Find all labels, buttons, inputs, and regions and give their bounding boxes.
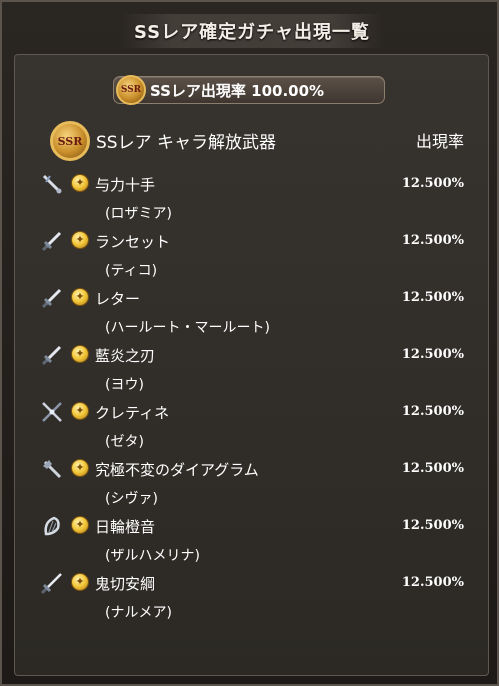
ssr-badge-text: SSR — [120, 85, 142, 95]
list-item: ✦ 藍炎之刃 12.500% (ヨウ) — [0, 341, 499, 398]
element-coin-icon: ✦ — [71, 174, 89, 192]
character-name: (ロザミア) — [105, 206, 172, 222]
character-name: (ナルメア) — [105, 605, 172, 621]
list-item: ✦ クレティネ 12.500% (ゼタ) — [0, 398, 499, 455]
ssr-rate-summary: SSR SSレア出現率 100.00% — [113, 75, 385, 105]
dagger-weapon-icon — [40, 229, 64, 253]
element-coin-icon: ✦ — [71, 573, 89, 591]
weapon-name: 究極不変のダイアグラム — [95, 461, 259, 479]
weapon-name: 日輪橙音 — [95, 518, 156, 536]
list-item: ✦ 日輪橙音 12.500% (ザルハメリナ) — [0, 512, 499, 569]
harp-weapon-icon — [40, 514, 64, 538]
axe-weapon-icon — [40, 457, 64, 481]
weapon-name: 鬼切安綱 — [95, 575, 156, 593]
element-coin-icon: ✦ — [71, 516, 89, 534]
character-name: (ザルハメリナ) — [105, 548, 200, 564]
ssr-rate-text: SSレア出現率 100.00% — [150, 82, 325, 100]
list-item: ✦ 鬼切安綱 12.500% (ナルメア) — [0, 569, 499, 626]
list-item: ✦ ランセット 12.500% (ティコ) — [0, 227, 499, 284]
list-item: ✦ 究極不変のダイアグラム 12.500% (シヴァ) — [0, 455, 499, 512]
weapon-name: ランセット — [95, 233, 171, 251]
katana-weapon-icon — [40, 571, 64, 595]
character-name: (ハールート・マールート) — [105, 320, 270, 336]
weapon-rate: 12.500% — [401, 176, 464, 191]
weapon-name: クレティネ — [95, 404, 170, 422]
character-name: (ゼタ) — [105, 434, 144, 450]
dagger-weapon-icon — [40, 343, 64, 367]
jitte-weapon-icon — [40, 172, 64, 196]
element-coin-icon: ✦ — [71, 231, 89, 249]
weapon-rate: 12.500% — [401, 575, 464, 590]
character-name: (ティコ) — [105, 263, 158, 279]
title-bar: SSレア確定ガチャ出現一覧 — [120, 14, 384, 48]
weapon-rate: 12.500% — [401, 461, 464, 476]
weapon-rate: 12.500% — [401, 233, 464, 248]
rate-column-header: 出現率 — [415, 132, 464, 151]
ssr-badge-icon: SSR — [116, 75, 146, 105]
dagger-weapon-icon — [40, 286, 64, 310]
list-item: ✦ レター 12.500% (ハールート・マールート) — [0, 284, 499, 341]
weapon-name: 与力十手 — [95, 176, 156, 194]
ssr-medal-text: SSR — [57, 134, 83, 148]
section-title: SSレア キャラ解放武器 — [96, 133, 276, 153]
element-coin-icon: ✦ — [71, 459, 89, 477]
weapon-rate: 12.500% — [401, 404, 464, 419]
spear-weapon-icon — [40, 400, 64, 424]
weapon-name: 藍炎之刃 — [95, 347, 156, 365]
weapon-rate: 12.500% — [401, 290, 464, 305]
weapon-rate: 12.500% — [401, 518, 464, 533]
element-coin-icon: ✦ — [71, 288, 89, 306]
window-title: SSレア確定ガチャ出現一覧 — [134, 22, 370, 43]
element-coin-icon: ✦ — [71, 345, 89, 363]
list-item: ✦ 与力十手 12.500% (ロザミア) — [0, 170, 499, 227]
weapon-rate: 12.500% — [401, 347, 464, 362]
character-name: (シヴァ) — [105, 491, 158, 507]
character-name: (ヨウ) — [105, 377, 144, 393]
ssr-medal-icon: SSR — [50, 121, 90, 161]
weapon-name: レター — [95, 290, 141, 308]
element-coin-icon: ✦ — [71, 402, 89, 420]
